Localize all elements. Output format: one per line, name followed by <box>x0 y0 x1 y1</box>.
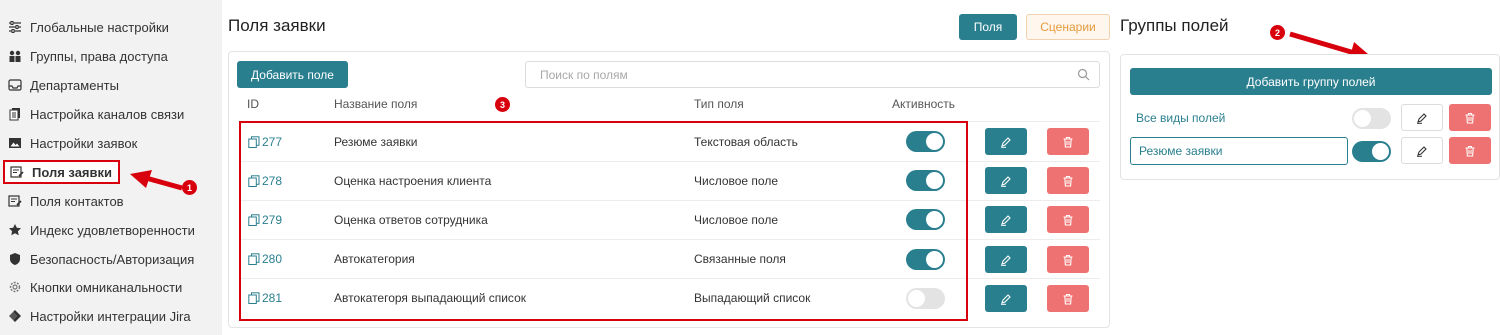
group-toggle[interactable] <box>1352 141 1391 162</box>
image-icon <box>8 136 22 150</box>
pencil-icon <box>1417 145 1427 157</box>
gear-icon <box>8 280 22 294</box>
inbox-icon <box>8 78 22 92</box>
sidebar-item-satisfaction[interactable]: Индекс удовлетворенности <box>8 217 195 243</box>
sidebar-item-label: Группы, права доступа <box>30 48 168 64</box>
sidebar-item-ticket-settings[interactable]: Настройки заявок <box>8 130 137 156</box>
sidebar-item-jira[interactable]: Настройки интеграции Jira <box>8 303 191 329</box>
delete-button[interactable] <box>1047 246 1089 273</box>
annotation-badge-2: 2 <box>1270 25 1285 40</box>
group-item-label[interactable]: Все виды полей <box>1136 111 1225 125</box>
sidebar-item-global-settings[interactable]: Глобальные настройки <box>8 14 169 40</box>
group-delete-button[interactable] <box>1449 137 1491 164</box>
group-edit-button[interactable] <box>1401 137 1443 164</box>
group-item-label: Резюме заявки <box>1139 144 1223 158</box>
star-icon <box>8 223 22 237</box>
sidebar-item-label: Безопасность/Авторизация <box>30 251 195 267</box>
copy-icon <box>8 107 22 121</box>
delete-button[interactable] <box>1047 206 1089 233</box>
edit-list-icon <box>10 165 24 179</box>
group-toggle[interactable] <box>1352 108 1391 129</box>
annotation-badge-1: 1 <box>182 180 197 195</box>
page-title: Поля заявки <box>228 16 326 35</box>
sidebar-item-security[interactable]: Безопасность/Авторизация <box>8 246 194 272</box>
edit-button[interactable] <box>985 167 1027 194</box>
pencil-icon <box>1001 293 1011 305</box>
column-header-name: Название поля <box>334 97 418 111</box>
group-name-field[interactable]: Резюме заявки <box>1130 137 1348 165</box>
sidebar-item-departments[interactable]: Департаменты <box>8 72 119 98</box>
group-edit-button[interactable] <box>1401 104 1443 131</box>
pencil-icon <box>1001 136 1011 148</box>
trash-icon <box>1063 293 1073 305</box>
sidebar-item-contact-fields[interactable]: Поля контактов <box>8 188 124 214</box>
sidebar-item-label: Настройка каналов связи <box>30 106 185 122</box>
edit-button[interactable] <box>985 285 1027 312</box>
edit-list-icon <box>8 194 22 208</box>
edit-button[interactable] <box>985 128 1027 155</box>
column-header-type: Тип поля <box>694 97 744 111</box>
pencil-icon <box>1417 112 1427 124</box>
column-header-active: Активность <box>892 97 956 111</box>
sidebar-item-ticket-fields[interactable]: Поля заявки <box>3 160 121 184</box>
trash-icon <box>1063 175 1073 187</box>
delete-button[interactable] <box>1047 167 1089 194</box>
edit-button[interactable] <box>985 246 1027 273</box>
trash-icon <box>1063 136 1073 148</box>
sliders-icon <box>8 20 22 34</box>
search-icon <box>1077 68 1090 81</box>
jira-icon <box>8 309 22 323</box>
sidebar-item-label: Поля заявки <box>32 164 113 180</box>
trash-icon <box>1465 112 1475 124</box>
pencil-icon <box>1001 254 1011 266</box>
users-icon <box>8 49 22 63</box>
sidebar-item-omnichannel[interactable]: Кнопки омниканальности <box>8 274 182 300</box>
tab-fields[interactable]: Поля <box>959 14 1017 40</box>
sidebar-item-label: Глобальные настройки <box>30 19 169 35</box>
sidebar-item-groups[interactable]: Группы, права доступа <box>8 43 168 69</box>
trash-icon <box>1063 214 1073 226</box>
add-field-button[interactable]: Добавить поле <box>237 61 348 88</box>
sidebar-item-channels[interactable]: Настройка каналов связи <box>8 101 184 127</box>
pencil-icon <box>1001 214 1011 226</box>
edit-button[interactable] <box>985 206 1027 233</box>
sidebar-item-label: Настройки интеграции Jira <box>30 308 191 324</box>
tab-scenarios[interactable]: Сценарии <box>1026 14 1110 40</box>
column-header-id: ID <box>247 97 259 111</box>
sidebar-item-label: Индекс удовлетворенности <box>30 222 195 238</box>
shield-icon <box>8 252 22 266</box>
sidebar-item-label: Департаменты <box>30 77 119 93</box>
annotation-arrow-1 <box>130 170 183 191</box>
add-group-button[interactable]: Добавить группу полей <box>1130 68 1492 95</box>
sidebar-item-label: Поля контактов <box>30 193 124 209</box>
sidebar-item-label: Кнопки омниканальности <box>30 279 183 295</box>
groups-title: Группы полей <box>1120 16 1229 35</box>
delete-button[interactable] <box>1047 128 1089 155</box>
delete-button[interactable] <box>1047 285 1089 312</box>
search-box <box>525 61 1100 88</box>
trash-icon <box>1465 145 1475 157</box>
group-delete-button[interactable] <box>1449 104 1491 131</box>
pencil-icon <box>1001 175 1011 187</box>
trash-icon <box>1063 254 1073 266</box>
search-input[interactable] <box>526 62 1056 87</box>
annotation-box-3 <box>239 121 968 321</box>
annotation-badge-3: 3 <box>495 97 510 112</box>
sidebar-item-label: Настройки заявок <box>30 135 138 151</box>
